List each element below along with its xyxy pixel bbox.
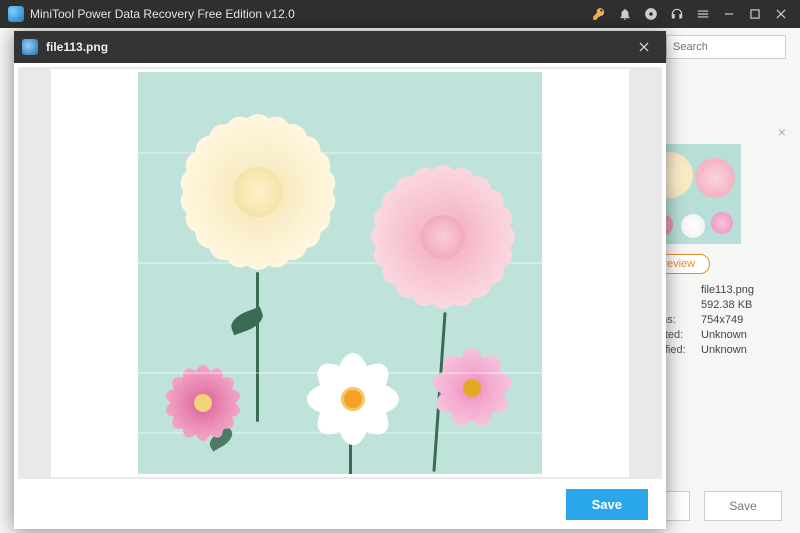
meta-created-value: Unknown [701,329,747,341]
upgrade-key-icon[interactable] [586,0,612,28]
panel-close-icon[interactable]: × [778,124,786,140]
bell-icon[interactable] [612,0,638,28]
image-frame [51,69,629,477]
modal-body [18,67,662,479]
modal-title: file113.png [46,40,630,54]
meta-modified-value: Unknown [701,344,747,356]
modal-save-button[interactable]: Save [566,489,648,520]
modal-close-button[interactable] [630,31,658,63]
meta-dim-value: 754x749 [701,314,743,326]
modal-footer: Save [14,479,666,529]
window-maximize-button[interactable] [742,0,768,28]
bg-save-button[interactable]: Save [704,491,782,521]
modal-header: file113.png [14,31,666,63]
window-minimize-button[interactable] [716,0,742,28]
image-preview-modal: file113.png S [14,31,666,529]
meta-name-value: file113.png [701,284,754,296]
app-titlebar: MiniTool Power Data Recovery Free Editio… [0,0,800,28]
window-close-button[interactable] [768,0,794,28]
app-logo-icon [8,6,24,22]
search-input[interactable] [666,35,786,59]
preview-image [138,72,542,474]
app-title: MiniTool Power Data Recovery Free Editio… [30,7,295,21]
meta-size-value: 592.38 KB [701,299,752,311]
headphones-icon[interactable] [664,0,690,28]
bg-secondary-button[interactable] [664,491,690,521]
menu-icon[interactable] [690,0,716,28]
modal-file-icon [22,39,38,55]
disc-icon[interactable] [638,0,664,28]
